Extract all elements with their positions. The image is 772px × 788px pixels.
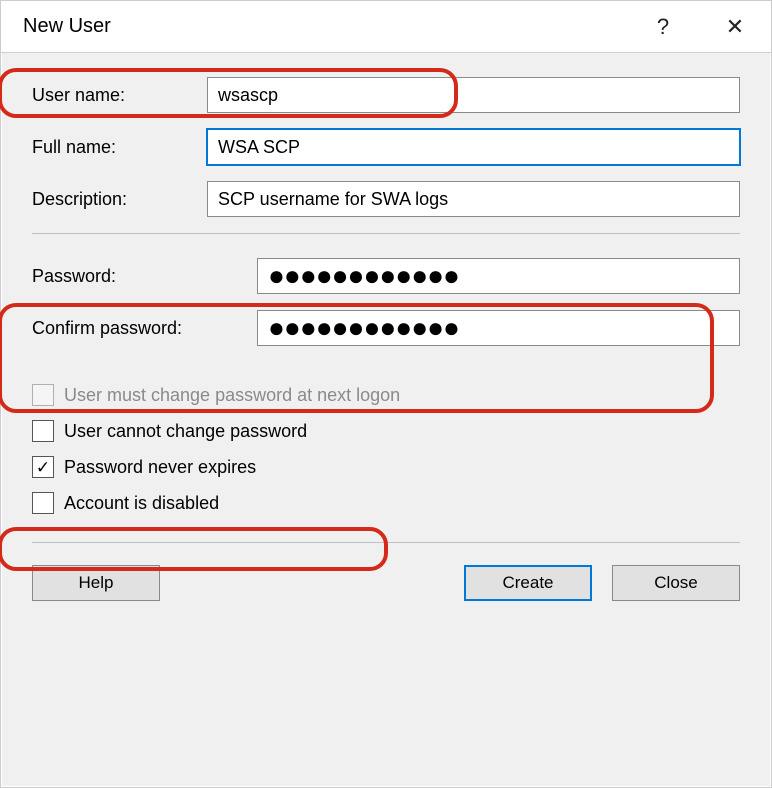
full-name-input[interactable]	[207, 129, 740, 165]
close-button[interactable]: Close	[612, 565, 740, 601]
user-name-input[interactable]	[207, 77, 740, 113]
checkbox-group: User must change password at next logon …	[32, 384, 740, 514]
confirm-password-label: Confirm password:	[32, 318, 257, 339]
confirm-password-input[interactable]: ●●●●●●●●●●●●	[257, 310, 740, 346]
separator	[32, 542, 740, 543]
user-name-row: User name:	[32, 77, 740, 113]
title-bar: New User ? ✕	[1, 1, 771, 53]
account-disabled-checkbox[interactable]	[32, 492, 54, 514]
description-input[interactable]	[207, 181, 740, 217]
help-button[interactable]: Help	[32, 565, 160, 601]
separator	[32, 233, 740, 234]
confirm-password-row: Confirm password: ●●●●●●●●●●●●	[32, 310, 740, 346]
password-row: Password: ●●●●●●●●●●●●	[32, 258, 740, 294]
must-change-password-label: User must change password at next logon	[64, 385, 400, 406]
cannot-change-password-checkbox[interactable]	[32, 420, 54, 442]
must-change-password-row: User must change password at next logon	[32, 384, 740, 406]
cannot-change-password-row[interactable]: User cannot change password	[32, 420, 740, 442]
password-label: Password:	[32, 266, 257, 287]
button-row: Help Create Close	[32, 565, 740, 601]
create-button[interactable]: Create	[464, 565, 592, 601]
dialog-body: User name: Full name: Description: Passw…	[1, 53, 771, 787]
user-name-label: User name:	[32, 85, 207, 106]
account-disabled-row[interactable]: Account is disabled	[32, 492, 740, 514]
password-never-expires-row[interactable]: ✓ Password never expires	[32, 456, 740, 478]
help-icon[interactable]: ?	[627, 1, 699, 53]
dialog-title: New User	[23, 15, 627, 38]
close-icon[interactable]: ✕	[699, 1, 771, 53]
full-name-row: Full name:	[32, 129, 740, 165]
password-input[interactable]: ●●●●●●●●●●●●	[257, 258, 740, 294]
password-never-expires-label: Password never expires	[64, 457, 256, 478]
cannot-change-password-label: User cannot change password	[64, 421, 307, 442]
description-label: Description:	[32, 189, 207, 210]
password-never-expires-checkbox[interactable]: ✓	[32, 456, 54, 478]
account-disabled-label: Account is disabled	[64, 493, 219, 514]
description-row: Description:	[32, 181, 740, 217]
new-user-dialog: New User ? ✕ User name: Full name: Descr…	[0, 0, 772, 788]
full-name-label: Full name:	[32, 137, 207, 158]
must-change-password-checkbox	[32, 384, 54, 406]
